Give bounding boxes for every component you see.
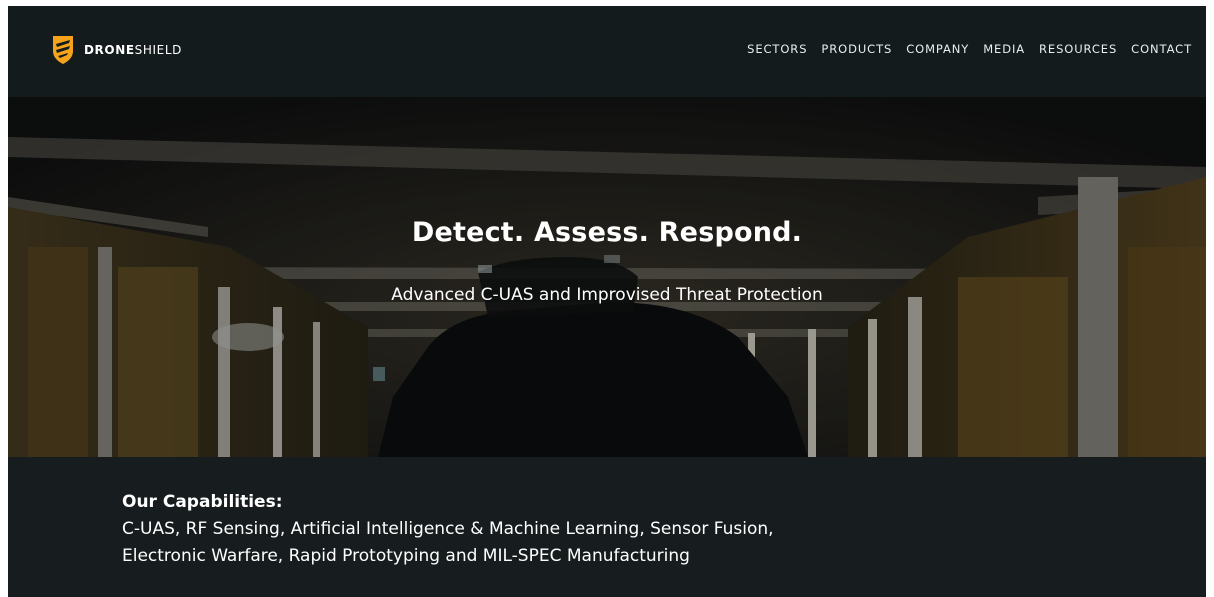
site-header: DRONESHIELD SECTORS PRODUCTS COMPANY MED… <box>8 6 1206 97</box>
nav-item-products[interactable]: PRODUCTS <box>821 42 892 56</box>
capabilities-heading: Our Capabilities: <box>122 492 283 512</box>
hero-title: Detect. Assess. Respond. <box>411 217 803 248</box>
hero-banner: Detect. Assess. Respond. Advanced C-UAS … <box>8 97 1206 457</box>
brand-name-bold: DRONE <box>84 43 135 57</box>
page-frame: DRONESHIELD SECTORS PRODUCTS COMPANY MED… <box>8 6 1206 597</box>
brand-logo[interactable]: DRONESHIELD <box>50 34 182 66</box>
nav-item-company[interactable]: COMPANY <box>906 42 969 56</box>
shield-logo-icon <box>53 36 73 64</box>
hero-subtitle: Advanced C-UAS and Improvised Threat Pro… <box>391 285 823 305</box>
brand-name-rest: SHIELD <box>134 43 182 57</box>
main-nav: SECTORS PRODUCTS COMPANY MEDIA RESOURCES… <box>733 42 1192 56</box>
capabilities-section: Our Capabilities: C-UAS, RF Sensing, Art… <box>122 492 822 570</box>
brand-name: DRONESHIELD <box>84 43 182 57</box>
nav-item-sectors[interactable]: SECTORS <box>747 42 807 56</box>
nav-item-media[interactable]: MEDIA <box>983 42 1025 56</box>
nav-item-contact[interactable]: CONTACT <box>1131 42 1192 56</box>
nav-item-resources[interactable]: RESOURCES <box>1039 42 1117 56</box>
hero-background-image <box>8 97 1206 457</box>
capabilities-text: C-UAS, RF Sensing, Artificial Intelligen… <box>122 519 774 566</box>
